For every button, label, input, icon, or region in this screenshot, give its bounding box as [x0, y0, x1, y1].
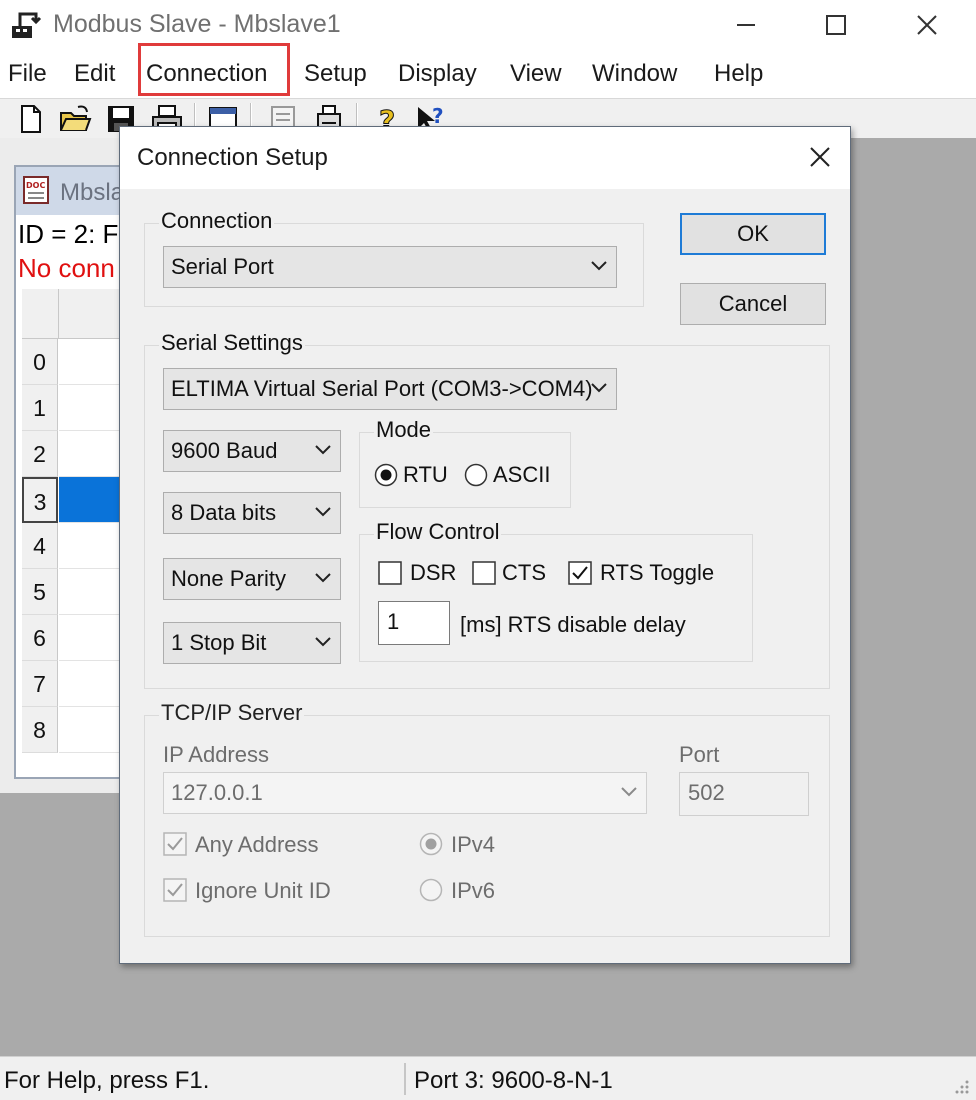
- maximize-icon[interactable]: [819, 8, 853, 42]
- svg-text:DOC: DOC: [26, 181, 45, 190]
- rts-toggle-label: RTS Toggle: [600, 560, 715, 585]
- window-title: Modbus Slave - Mbslave1: [53, 10, 341, 38]
- tcpip-server-group-label: TCP/IP Server: [159, 700, 305, 726]
- menu-edit[interactable]: Edit: [74, 60, 115, 88]
- close-icon[interactable]: [910, 8, 944, 42]
- connection-status-label: No conn: [18, 253, 115, 283]
- svg-text:?: ?: [432, 104, 444, 128]
- connection-group-label: Connection: [159, 208, 275, 234]
- status-help-text: For Help, press F1.: [4, 1067, 210, 1094]
- grid-header-divider: [58, 289, 59, 339]
- mode-group-label: Mode: [374, 417, 434, 443]
- baud-rate-select[interactable]: 9600 Baud: [163, 430, 341, 472]
- port-input[interactable]: 502: [679, 772, 809, 816]
- slave-id-label: ID = 2: F: [18, 219, 119, 249]
- menu-window[interactable]: Window: [592, 60, 677, 88]
- baud-rate-value: 9600 Baud: [171, 438, 278, 463]
- ipv4-label: IPv4: [451, 832, 496, 857]
- stop-bits-value: 1 Stop Bit: [171, 630, 267, 655]
- row-number[interactable]: 2: [22, 431, 58, 477]
- menu-setup[interactable]: Setup: [304, 60, 367, 88]
- chevron-down-icon: [315, 637, 331, 647]
- rts-delay-input[interactable]: 1: [378, 601, 450, 645]
- row-number[interactable]: 1: [22, 385, 58, 431]
- serial-settings-group: Serial Settings ELTIMA Virtual Serial Po…: [144, 330, 830, 689]
- modbus-slave-app-icon: [12, 12, 42, 38]
- dialog-close-icon[interactable]: [804, 141, 836, 173]
- child-window-title: Mbsla: [60, 179, 125, 206]
- rts-delay-label: [ms] RTS disable delay: [460, 612, 686, 637]
- parity-select[interactable]: None Parity: [163, 558, 341, 600]
- row-number[interactable]: 4: [22, 523, 58, 569]
- cancel-button[interactable]: Cancel: [680, 283, 826, 325]
- ipv6-radio[interactable]: [419, 878, 443, 902]
- ascii-label: ASCII: [493, 462, 551, 487]
- data-bits-select[interactable]: 8 Data bits: [163, 492, 341, 534]
- ok-button[interactable]: OK: [680, 213, 826, 255]
- tcpip-server-group: TCP/IP Server IP Address Port 127.0.0.1 …: [144, 700, 830, 937]
- serial-port-value: ELTIMA Virtual Serial Port (COM3->COM4): [171, 376, 593, 401]
- ascii-radio[interactable]: [464, 463, 488, 487]
- serial-settings-group-label: Serial Settings: [159, 330, 305, 356]
- cts-checkbox[interactable]: [472, 561, 496, 585]
- row-number[interactable]: 5: [22, 569, 58, 615]
- chevron-down-icon: [621, 787, 637, 797]
- ipv4-radio[interactable]: [419, 832, 443, 856]
- connection-type-value: Serial Port: [171, 254, 274, 279]
- rts-toggle-checkbox[interactable]: [568, 561, 592, 585]
- ipv6-label: IPv6: [451, 878, 496, 903]
- ip-address-label: IP Address: [163, 742, 269, 767]
- dialog-title: Connection Setup: [137, 144, 328, 171]
- menu-help[interactable]: Help: [714, 60, 763, 88]
- menu-display[interactable]: Display: [398, 60, 477, 88]
- any-address-checkbox[interactable]: [163, 832, 187, 856]
- dsr-label: DSR: [410, 560, 457, 585]
- rtu-label: RTU: [403, 462, 448, 487]
- status-port-text: Port 3: 9600-8-N-1: [414, 1067, 613, 1094]
- cts-label: CTS: [502, 560, 546, 585]
- minimize-icon[interactable]: [729, 8, 763, 42]
- status-bar: For Help, press F1. Port 3: 9600-8-N-1: [0, 1056, 976, 1100]
- chevron-down-icon: [315, 507, 331, 517]
- chevron-down-icon: [315, 445, 331, 455]
- connection-menu-highlight-box: [138, 43, 290, 96]
- menu-file[interactable]: File: [8, 60, 47, 88]
- new-file-icon[interactable]: [14, 103, 48, 135]
- rtu-radio[interactable]: [374, 463, 398, 487]
- chevron-down-icon: [591, 383, 607, 393]
- mode-group: Mode RTU ASCII: [359, 417, 571, 508]
- ip-address-select[interactable]: 127.0.0.1: [163, 772, 647, 814]
- ignore-unit-id-label: Ignore Unit ID: [195, 878, 331, 903]
- chevron-down-icon: [315, 573, 331, 583]
- row-number[interactable]: 7: [22, 661, 58, 707]
- data-bits-value: 8 Data bits: [171, 500, 277, 525]
- document-icon: DOC: [23, 176, 49, 204]
- any-address-label: Any Address: [195, 832, 319, 857]
- status-separator: [404, 1063, 406, 1095]
- connection-setup-dialog: Connection Setup Connection Serial Port …: [119, 126, 851, 964]
- resize-grip-icon[interactable]: [952, 1077, 970, 1095]
- row-number[interactable]: 0: [22, 339, 58, 385]
- flow-control-group: Flow Control DSR CTS RTS Toggle 1 [ms] R…: [359, 519, 753, 662]
- open-folder-icon[interactable]: [58, 103, 92, 135]
- menu-view[interactable]: View: [510, 60, 562, 88]
- row-number[interactable]: 8: [22, 707, 58, 753]
- chevron-down-icon: [591, 261, 607, 271]
- row-number[interactable]: 3: [22, 477, 58, 523]
- connection-type-select[interactable]: Serial Port: [163, 246, 617, 288]
- flow-control-group-label: Flow Control: [374, 519, 502, 545]
- ip-address-value: 127.0.0.1: [171, 780, 263, 805]
- dialog-titlebar[interactable]: Connection Setup: [120, 127, 850, 189]
- stop-bits-select[interactable]: 1 Stop Bit: [163, 622, 341, 664]
- row-number[interactable]: 6: [22, 615, 58, 661]
- ignore-unit-id-checkbox[interactable]: [163, 878, 187, 902]
- port-label: Port: [679, 742, 720, 767]
- serial-port-select[interactable]: ELTIMA Virtual Serial Port (COM3->COM4): [163, 368, 617, 410]
- dsr-checkbox[interactable]: [378, 561, 402, 585]
- connection-group: Connection Serial Port: [144, 208, 644, 307]
- parity-value: None Parity: [171, 566, 286, 591]
